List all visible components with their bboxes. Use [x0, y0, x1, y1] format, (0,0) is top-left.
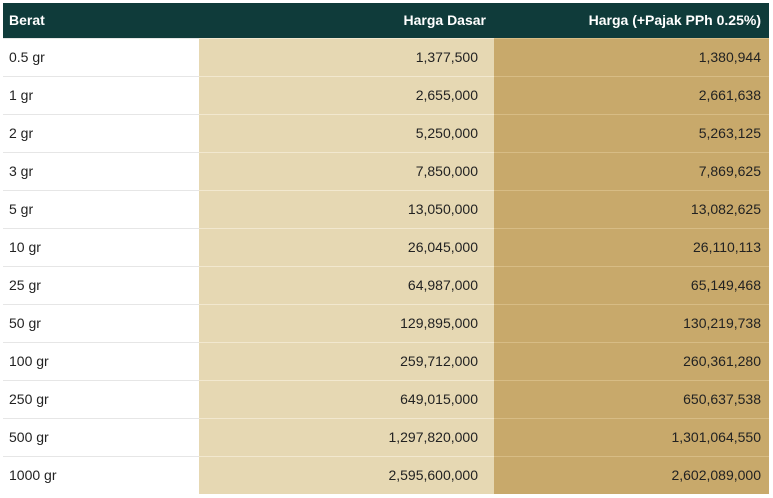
table-row: 250 gr 649,015,000 650,637,538: [3, 379, 769, 418]
header-weight: Berat: [3, 3, 199, 38]
weight-cell: 1000 gr: [3, 455, 199, 494]
weight-cell: 5 gr: [3, 189, 199, 228]
base-price-cell: 649,015,000: [199, 379, 494, 418]
base-price-cell: 2,595,600,000: [199, 455, 494, 494]
base-price-cell: 64,987,000: [199, 265, 494, 304]
price-with-tax-cell: 26,110,113: [494, 227, 769, 266]
price-with-tax-cell: 130,219,738: [494, 303, 769, 342]
weight-cell: 500 gr: [3, 417, 199, 456]
price-with-tax-cell: 5,263,125: [494, 113, 769, 152]
weight-cell: 3 gr: [3, 151, 199, 190]
base-price-cell: 1,377,500: [199, 37, 494, 76]
weight-cell: 2 gr: [3, 113, 199, 152]
table-row: 5 gr 13,050,000 13,082,625: [3, 189, 769, 228]
base-price-cell: 2,655,000: [199, 75, 494, 114]
base-price-cell: 129,895,000: [199, 303, 494, 342]
base-price-cell: 13,050,000: [199, 189, 494, 228]
price-with-tax-cell: 65,149,468: [494, 265, 769, 304]
table-row: 3 gr 7,850,000 7,869,625: [3, 151, 769, 190]
header-price-with-tax: Harga (+Pajak PPh 0.25%): [494, 3, 769, 38]
table-row: 25 gr 64,987,000 65,149,468: [3, 265, 769, 304]
table-row: 0.5 gr 1,377,500 1,380,944: [3, 37, 769, 76]
table-row: 1 gr 2,655,000 2,661,638: [3, 75, 769, 114]
price-with-tax-cell: 1,301,064,550: [494, 417, 769, 456]
base-price-cell: 1,297,820,000: [199, 417, 494, 456]
price-with-tax-cell: 2,602,089,000: [494, 455, 769, 494]
table-row: 500 gr 1,297,820,000 1,301,064,550: [3, 417, 769, 456]
table-row: 2 gr 5,250,000 5,263,125: [3, 113, 769, 152]
base-price-cell: 26,045,000: [199, 227, 494, 266]
table-row: 10 gr 26,045,000 26,110,113: [3, 227, 769, 266]
price-table-container: Berat Harga Dasar Harga (+Pajak PPh 0.25…: [3, 3, 769, 494]
table-body: 0.5 gr 1,377,500 1,380,944 1 gr 2,655,00…: [3, 37, 769, 494]
weight-cell: 25 gr: [3, 265, 199, 304]
price-with-tax-cell: 650,637,538: [494, 379, 769, 418]
price-with-tax-cell: 260,361,280: [494, 341, 769, 380]
price-with-tax-cell: 2,661,638: [494, 75, 769, 114]
weight-cell: 1 gr: [3, 75, 199, 114]
header-base-price: Harga Dasar: [199, 3, 494, 38]
base-price-cell: 5,250,000: [199, 113, 494, 152]
table-row: 100 gr 259,712,000 260,361,280: [3, 341, 769, 380]
header-row: Berat Harga Dasar Harga (+Pajak PPh 0.25…: [3, 3, 769, 38]
base-price-cell: 259,712,000: [199, 341, 494, 380]
gold-price-table: Berat Harga Dasar Harga (+Pajak PPh 0.25…: [3, 3, 769, 494]
weight-cell: 0.5 gr: [3, 37, 199, 76]
price-with-tax-cell: 1,380,944: [494, 37, 769, 76]
table-row: 1000 gr 2,595,600,000 2,602,089,000: [3, 455, 769, 494]
base-price-cell: 7,850,000: [199, 151, 494, 190]
price-with-tax-cell: 7,869,625: [494, 151, 769, 190]
table-row: 50 gr 129,895,000 130,219,738: [3, 303, 769, 342]
weight-cell: 50 gr: [3, 303, 199, 342]
weight-cell: 250 gr: [3, 379, 199, 418]
table-header: Berat Harga Dasar Harga (+Pajak PPh 0.25…: [3, 3, 769, 38]
price-with-tax-cell: 13,082,625: [494, 189, 769, 228]
weight-cell: 10 gr: [3, 227, 199, 266]
weight-cell: 100 gr: [3, 341, 199, 380]
